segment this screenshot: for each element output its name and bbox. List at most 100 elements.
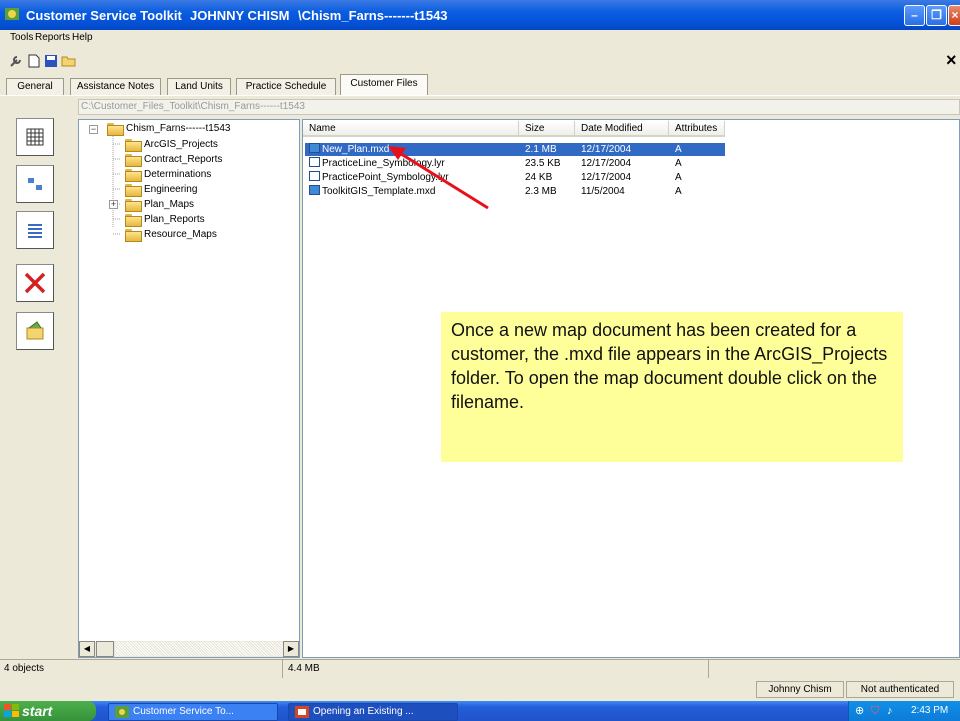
tree-item-determinations[interactable]: Determinations	[125, 169, 211, 182]
tab-bar: General Assistance Notes Land Units Prac…	[0, 74, 960, 96]
scroll-track[interactable]	[115, 642, 283, 656]
session-bar: Johnny Chism Not authenticated	[0, 679, 960, 700]
security-icon[interactable]: ⛉	[871, 701, 879, 721]
list-icon	[28, 224, 42, 238]
save-icon[interactable]	[44, 54, 58, 68]
folder-tree: − Chism_Farns------t1543 ArcGIS_Projects…	[78, 119, 300, 658]
file-row-practiceline[interactable]: PracticeLine_Symbology.lyr 23.5 KB 12/17…	[305, 157, 725, 170]
scroll-right-icon[interactable]: ▶	[283, 641, 299, 657]
map-document-icon	[309, 143, 320, 153]
tab-customer-files[interactable]: Customer Files	[340, 74, 428, 96]
tools-button[interactable]	[16, 312, 54, 350]
tree-item-label: Engineering	[144, 184, 198, 195]
toolbar: ×	[0, 47, 960, 74]
horizontal-scrollbar[interactable]: ◀ ▶	[79, 641, 299, 657]
task-opening-existing[interactable]: Opening an Existing ...	[288, 703, 458, 721]
file-row-new-plan[interactable]: New_Plan.mxd 2.1 MB 12/17/2004 A	[305, 143, 725, 156]
menu-bar: Tools Reports Help	[0, 30, 960, 47]
tree-item-plan-maps[interactable]: Plan_Maps	[125, 199, 195, 212]
total-size: 4.4 MB	[288, 663, 320, 674]
task-label: Customer Service To...	[133, 706, 234, 717]
callout-note: Once a new map document has been created…	[441, 312, 903, 462]
tree-item-engineering[interactable]: Engineering	[125, 184, 198, 197]
delete-button[interactable]	[16, 264, 54, 302]
file-row-toolkitgis-template[interactable]: ToolkitGIS_Template.mxd 2.3 MB 11/5/2004…	[305, 185, 725, 198]
volume-icon[interactable]: ♪	[887, 701, 893, 721]
tree-item-plan-reports[interactable]: Plan_Reports	[125, 214, 205, 227]
folder-icon	[107, 123, 124, 136]
column-size[interactable]: Size	[519, 121, 575, 137]
folder-icon	[125, 214, 142, 227]
folder-icon	[125, 199, 142, 212]
menu-tools[interactable]: Tools	[10, 32, 33, 43]
file-date: 11/5/2004	[581, 186, 625, 197]
tree-item-label: Resource_Maps	[144, 229, 217, 240]
app-icon	[5, 8, 19, 20]
path-field[interactable]: C:\Customer_Files_Toolkit\Chism_Farns---…	[78, 99, 960, 115]
path-title: \Chism_Farns-------t1543	[298, 8, 448, 23]
auth-status: Not authenticated	[846, 681, 954, 698]
map-document-icon	[309, 185, 320, 195]
scroll-thumb[interactable]	[96, 641, 114, 657]
tab-practice-schedule[interactable]: Practice Schedule	[236, 78, 336, 96]
file-date: 12/17/2004	[581, 158, 632, 169]
status-divider	[708, 660, 709, 678]
powerpoint-icon	[295, 706, 309, 718]
new-document-icon[interactable]	[27, 54, 41, 68]
file-row-practicepoint[interactable]: PracticePoint_Symbology.lyr 24 KB 12/17/…	[305, 171, 725, 184]
scroll-left-icon[interactable]: ◀	[79, 641, 95, 657]
tree-item-resource-maps[interactable]: Resource_Maps	[125, 229, 217, 242]
file-attr: A	[675, 172, 682, 183]
close-button[interactable]: ×	[948, 5, 960, 26]
task-customer-service[interactable]: Customer Service To...	[108, 703, 278, 721]
red-x-icon	[24, 272, 46, 294]
app-icon	[115, 706, 129, 718]
start-button[interactable]: start	[0, 701, 96, 721]
minimize-button[interactable]: –	[904, 5, 925, 26]
object-count: 4 objects	[4, 663, 45, 674]
small-icons-button[interactable]	[16, 165, 54, 203]
close-panel-icon[interactable]: ×	[946, 50, 957, 71]
tab-land-units[interactable]: Land Units	[167, 78, 231, 96]
task-label: Opening an Existing ...	[313, 706, 414, 717]
menu-help[interactable]: Help	[72, 32, 93, 43]
file-attr: A	[675, 186, 682, 197]
tree-item-contract-reports[interactable]: Contract_Reports	[125, 154, 223, 167]
tree-item-label: Plan_Maps	[144, 199, 195, 210]
collapse-icon[interactable]: −	[89, 125, 98, 134]
toolbox-icon	[26, 321, 44, 340]
clock: 2:43 PM	[911, 705, 949, 716]
tree-root[interactable]: Chism_Farns------t1543	[107, 123, 230, 136]
open-folder-icon[interactable]	[61, 54, 77, 68]
column-date-modified[interactable]: Date Modified	[575, 121, 669, 137]
column-attributes[interactable]: Attributes	[669, 121, 725, 137]
file-size: 23.5 KB	[525, 158, 561, 169]
file-size: 2.3 MB	[525, 186, 557, 197]
app-title: Customer Service Toolkit	[26, 8, 182, 23]
tree-item-label: Contract_Reports	[144, 154, 223, 165]
grid-view-button[interactable]	[16, 118, 54, 156]
tree-item-label: ArcGIS_Projects	[144, 139, 218, 150]
network-icon[interactable]: ⊕	[855, 701, 864, 721]
menu-reports[interactable]: Reports	[35, 32, 70, 43]
system-tray: ⊕ ⛉ ♪ 2:43 PM	[848, 701, 960, 721]
file-date: 12/17/2004	[581, 144, 632, 155]
user-title: JOHNNY CHISM	[190, 8, 290, 23]
column-name[interactable]: Name	[303, 121, 519, 137]
taskbar: start Customer Service To... Opening an …	[0, 701, 960, 721]
grid-icon	[26, 128, 44, 146]
annotation-arrow	[388, 146, 489, 210]
wrench-icon[interactable]	[9, 54, 23, 68]
tab-general[interactable]: General	[6, 78, 64, 96]
file-date: 12/17/2004	[581, 172, 632, 183]
tab-assistance-notes[interactable]: Assistance Notes	[70, 78, 161, 96]
layer-file-icon	[309, 157, 320, 167]
file-attr: A	[675, 144, 682, 155]
expand-icon[interactable]: +	[109, 200, 118, 209]
maximize-button[interactable]: ❐	[926, 5, 947, 26]
list-view-button[interactable]	[16, 211, 54, 249]
tree-item-arcgis-projects[interactable]: ArcGIS_Projects	[125, 139, 218, 152]
folder-icon	[125, 229, 142, 242]
file-attr: A	[675, 158, 682, 169]
layer-file-icon	[309, 171, 320, 181]
